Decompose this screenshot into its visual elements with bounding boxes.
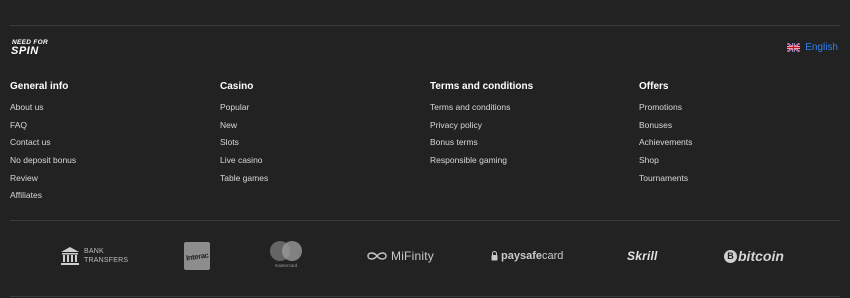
language-label: English — [805, 42, 838, 53]
footer-link-no-deposit-bonus[interactable]: No deposit bonus — [10, 155, 190, 165]
bank-line-2: TRANSFERS — [84, 257, 129, 264]
footer-link-terms-and-conditions[interactable]: Terms and conditions — [430, 102, 610, 112]
footer-link-achievements[interactable]: Achievements — [639, 137, 819, 147]
paysafe-light: card — [541, 250, 564, 262]
bitcoin-icon: B — [724, 249, 737, 263]
logo-line-2: SPIN — [11, 45, 39, 57]
footer-link-faq[interactable]: FAQ — [10, 120, 190, 130]
payment-bank-transfers: BANK TRANSFERS — [60, 238, 128, 274]
column-title: Terms and conditions — [430, 81, 534, 92]
column-title: Casino — [220, 81, 254, 92]
footer-column-offers: Offers Promotions Bonuses Achievements S… — [639, 80, 819, 190]
uk-flag-icon — [787, 43, 801, 52]
footer-link-responsible-gaming[interactable]: Responsible gaming — [430, 155, 610, 165]
payment-bitcoin: B bitcoin — [724, 238, 784, 274]
bank-line-1: BANK — [84, 248, 104, 255]
language-selector[interactable]: English — [787, 42, 838, 53]
footer-link-about-us[interactable]: About us — [10, 102, 190, 112]
mastercard-icon — [270, 241, 302, 261]
footer-link-table-games[interactable]: Table games — [220, 173, 400, 183]
footer-link-privacy-policy[interactable]: Privacy policy — [430, 120, 610, 130]
bottom-divider — [10, 296, 840, 297]
bitcoin-label: bitcoin — [738, 248, 784, 264]
skrill-label: Skrill — [627, 249, 658, 263]
footer-link-shop[interactable]: Shop — [639, 155, 819, 165]
payment-paysafecard: paysafe card — [491, 238, 563, 274]
footer-link-review[interactable]: Review — [10, 173, 190, 183]
footer-link-bonus-terms[interactable]: Bonus terms — [430, 137, 610, 147]
footer-column-general-info: General info About us FAQ Contact us No … — [10, 80, 190, 208]
bank-icon — [61, 247, 79, 265]
footer-column-terms: Terms and conditions Terms and condition… — [430, 80, 610, 173]
payments-divider — [10, 220, 840, 221]
footer-link-live-casino[interactable]: Live casino — [220, 155, 400, 165]
mastercard-label: mastercard — [274, 263, 298, 268]
top-divider — [10, 25, 840, 26]
footer-link-new[interactable]: New — [220, 120, 400, 130]
footer-link-promotions[interactable]: Promotions — [639, 102, 819, 112]
mifinity-label: MiFinity — [391, 249, 434, 263]
payment-skrill: Skrill — [627, 238, 658, 274]
footer-link-tournaments[interactable]: Tournaments — [639, 173, 819, 183]
lock-icon — [491, 251, 498, 261]
payment-mifinity: MiFinity — [366, 238, 434, 274]
footer-link-affiliates[interactable]: Affiliates — [10, 190, 190, 200]
site-logo[interactable]: NEED FOR SPIN — [11, 39, 57, 57]
footer-link-slots[interactable]: Slots — [220, 137, 400, 147]
interac-logo: Interac — [185, 249, 209, 263]
paysafe-bold: paysafe — [501, 250, 542, 262]
payment-mastercard: mastercard — [270, 241, 302, 271]
payment-interac: Interac — [184, 242, 210, 270]
footer-column-casino: Casino Popular New Slots Live casino Tab… — [220, 80, 400, 190]
footer-link-bonuses[interactable]: Bonuses — [639, 120, 819, 130]
column-title: General info — [10, 81, 69, 92]
footer-link-popular[interactable]: Popular — [220, 102, 400, 112]
column-title: Offers — [639, 81, 669, 92]
footer-link-contact-us[interactable]: Contact us — [10, 137, 190, 147]
mifinity-infinity-icon — [367, 252, 387, 260]
